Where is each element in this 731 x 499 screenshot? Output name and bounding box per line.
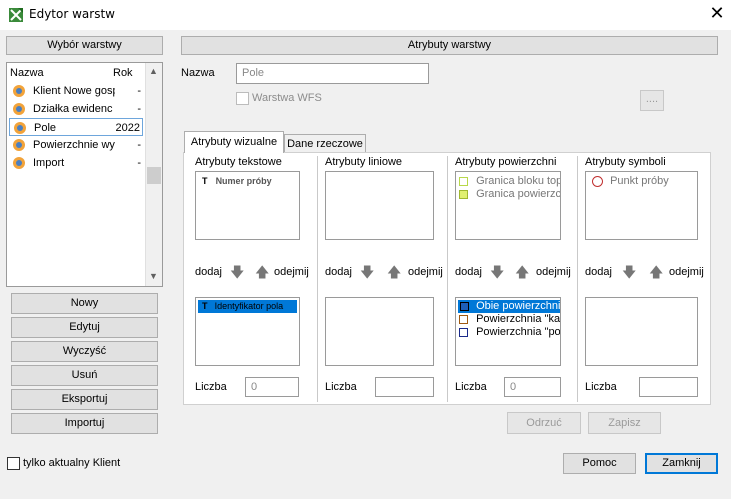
arrow-down-icon[interactable]: 🡇 — [230, 265, 244, 279]
import-button[interactable]: Importuj — [11, 413, 158, 434]
arrow-up-icon[interactable]: 🡅 — [649, 265, 663, 279]
list-scrollbar[interactable]: ▲ ▼ — [145, 63, 162, 286]
area-attributes-title: Atrybuty powierzchni — [455, 156, 557, 168]
wfs-checkbox[interactable] — [236, 92, 249, 105]
arrow-up-icon[interactable]: 🡅 — [255, 265, 269, 279]
more-button[interactable]: .... — [640, 90, 664, 111]
tab-visual-attributes[interactable]: Atrybuty wizualne — [184, 131, 284, 153]
layer-year: - — [137, 85, 141, 97]
area-attributes-available[interactable]: Granica bloku top Granica powierzc — [455, 171, 561, 240]
text-attributes-available[interactable]: T Numer próby — [195, 171, 300, 240]
layer-attributes-header: Atrybuty warstwy — [181, 36, 718, 55]
name-field[interactable]: Pole — [236, 63, 429, 84]
list-item[interactable]: Powierzchnie wy - — [9, 136, 143, 154]
wfs-label: Warstwa WFS — [252, 92, 322, 104]
arrow-down-icon[interactable]: 🡇 — [360, 265, 374, 279]
layer-name: Pole — [34, 122, 57, 134]
text-attributes-title: Atrybuty tekstowe — [195, 156, 282, 168]
list-item[interactable]: Granica bloku top — [459, 175, 560, 188]
count-label: Liczba — [325, 381, 357, 393]
line-attributes-selected[interactable] — [325, 297, 434, 366]
count-label: Liczba — [195, 381, 227, 393]
list-item[interactable]: Obie powierzchni — [458, 300, 560, 313]
scroll-up-icon[interactable]: ▲ — [149, 66, 158, 76]
layer-icon — [12, 156, 26, 170]
remove-label: odejmij — [669, 266, 704, 278]
arrow-down-icon[interactable]: 🡇 — [490, 265, 504, 279]
layer-icon — [12, 84, 26, 98]
layer-icon — [12, 102, 26, 116]
area-count-field[interactable]: 0 — [504, 377, 561, 397]
text-attributes-selected[interactable]: T Identyfikator pola — [195, 297, 300, 366]
add-label: dodaj — [585, 266, 612, 278]
remove-label: odejmij — [274, 266, 309, 278]
symbol-count-field[interactable] — [639, 377, 698, 397]
divider — [577, 156, 578, 402]
column-name-header[interactable]: Nazwa — [10, 67, 44, 79]
list-item[interactable]: Granica powierzc — [459, 188, 560, 201]
layer-icon — [12, 138, 26, 152]
layer-year: 2022 — [115, 122, 140, 134]
layer-name: Powierzchnie wy — [33, 139, 115, 151]
close-button[interactable]: Zamknij — [645, 453, 718, 474]
layer-icon — [13, 121, 27, 135]
text-count-field[interactable]: 0 — [245, 377, 299, 397]
list-item[interactable]: Powierzchnia "po — [459, 326, 560, 339]
area-attributes-selected[interactable]: Obie powierzchni Powierzchnia "ka Powier… — [455, 297, 561, 366]
arrow-up-icon[interactable]: 🡅 — [387, 265, 401, 279]
symbol-attributes-available[interactable]: Punkt próby — [585, 171, 698, 240]
scroll-thumb[interactable] — [147, 167, 161, 184]
layer-list[interactable]: Nazwa Rok Klient Nowe gosp - Działka ewi… — [6, 62, 163, 287]
list-item[interactable]: Działka ewidenc - — [9, 100, 143, 118]
layer-name: Klient Nowe gosp — [33, 85, 115, 97]
discard-button[interactable]: Odrzuć — [507, 412, 581, 434]
scroll-down-icon[interactable]: ▼ — [149, 271, 158, 281]
layer-name: Działka ewidenc — [33, 103, 113, 115]
window-title: Edytor warstw — [29, 7, 115, 21]
line-attributes-available[interactable] — [325, 171, 434, 240]
divider — [447, 156, 448, 402]
column-year-header[interactable]: Rok — [113, 67, 133, 79]
symbol-attributes-selected[interactable] — [585, 297, 698, 366]
list-item[interactable]: T Numer próby — [202, 175, 272, 188]
layer-year: - — [137, 157, 141, 169]
layer-year: - — [137, 103, 141, 115]
new-button[interactable]: Nowy — [11, 293, 158, 314]
tab-data[interactable]: Dane rzeczowe — [284, 134, 366, 153]
symbol-attributes-title: Atrybuty symboli — [585, 156, 666, 168]
save-button[interactable]: Zapisz — [588, 412, 661, 434]
only-current-client-label: tylko aktualny Klient — [23, 457, 121, 469]
layer-name: Import — [33, 157, 65, 169]
list-item[interactable]: Powierzchnia "ka — [459, 313, 560, 326]
add-label: dodaj — [325, 266, 352, 278]
count-label: Liczba — [455, 381, 487, 393]
line-count-field[interactable] — [375, 377, 434, 397]
name-label: Nazwa — [181, 67, 215, 79]
clear-button[interactable]: Wyczyść — [11, 341, 158, 362]
list-item[interactable]: T Identyfikator pola — [198, 300, 297, 313]
divider — [317, 156, 318, 402]
layer-selection-header: Wybór warstwy — [6, 36, 163, 55]
arrow-up-icon[interactable]: 🡅 — [515, 265, 529, 279]
add-label: dodaj — [455, 266, 482, 278]
remove-label: odejmij — [408, 266, 443, 278]
app-icon — [8, 7, 24, 23]
list-item[interactable]: Punkt próby — [592, 175, 669, 188]
list-item[interactable]: Pole 2022 — [9, 118, 143, 136]
layer-year: - — [137, 139, 141, 151]
only-current-client-checkbox[interactable] — [7, 457, 20, 470]
export-button[interactable]: Eksportuj — [11, 389, 158, 410]
arrow-down-icon[interactable]: 🡇 — [622, 265, 636, 279]
delete-button[interactable]: Usuń — [11, 365, 158, 386]
count-label: Liczba — [585, 381, 617, 393]
list-item[interactable]: Import - — [9, 154, 143, 172]
add-label: dodaj — [195, 266, 222, 278]
list-item[interactable]: Klient Nowe gosp - — [9, 82, 143, 100]
help-button[interactable]: Pomoc — [563, 453, 636, 474]
remove-label: odejmij — [536, 266, 571, 278]
close-icon[interactable]: ✕ — [706, 2, 728, 26]
line-attributes-title: Atrybuty liniowe — [325, 156, 403, 168]
edit-button[interactable]: Edytuj — [11, 317, 158, 338]
